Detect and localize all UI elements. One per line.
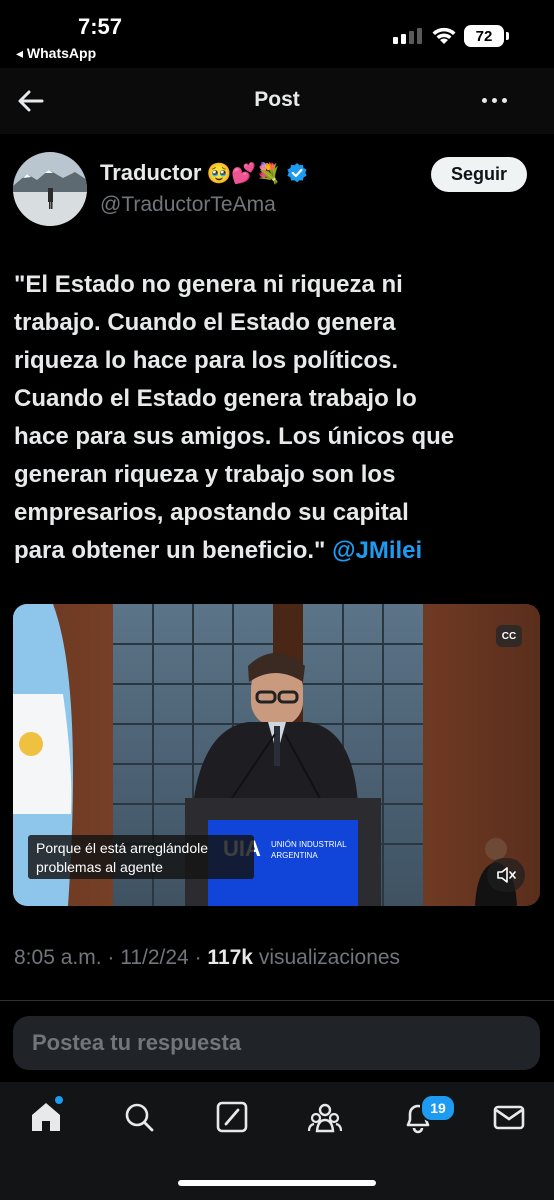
mute-button[interactable] [487, 858, 525, 892]
tweet-body: "El Estado no genera ni riqueza ni traba… [14, 271, 455, 564]
post-meta: 8:05 a.m. · 11/2/24 · 117k visualizacion… [14, 946, 400, 970]
meta-separator: · [188, 946, 208, 969]
verified-badge-icon [287, 163, 307, 183]
home-unread-dot [55, 1096, 63, 1104]
author-name[interactable]: Traductor 🥹💕💐 [100, 160, 308, 186]
more-options-icon[interactable] [482, 98, 507, 103]
cellular-signal-icon [393, 28, 422, 44]
home-indicator [178, 1180, 376, 1186]
tweet-text: "El Estado no genera ni riqueza ni traba… [14, 266, 534, 570]
notifications-badge: 19 [420, 1094, 456, 1122]
page-title: Post [254, 88, 300, 111]
home-icon[interactable] [29, 1100, 63, 1134]
author-name-text: Traductor [100, 160, 202, 185]
reply-input[interactable]: Postea tu respuesta [13, 1016, 540, 1070]
communities-icon[interactable] [308, 1100, 342, 1134]
podium-subtitle: ARGENTINA [271, 851, 318, 860]
podium-caption: UNIÓN INDUSTRIAL ARGENTINA [271, 839, 347, 861]
compose-icon[interactable] [215, 1100, 249, 1134]
messages-icon[interactable] [492, 1100, 526, 1134]
author-emojis: 🥹💕💐 [206, 162, 282, 185]
battery-tip [506, 32, 509, 40]
meta-separator: · [101, 946, 121, 969]
avatar[interactable] [13, 152, 87, 226]
search-icon[interactable] [122, 1100, 156, 1134]
author-handle[interactable]: @TraductorTeAma [100, 193, 276, 217]
wifi-icon [432, 27, 456, 44]
follow-button[interactable]: Seguir [431, 157, 527, 192]
battery-indicator: 72 [464, 25, 504, 47]
video-subtitle: Porque él está arreglándole problemas al… [28, 835, 254, 879]
divider [0, 1000, 554, 1001]
back-to-app-link[interactable]: ◂ WhatsApp [16, 45, 96, 62]
avatar-image [13, 152, 87, 226]
closed-captions-button[interactable]: CC [496, 625, 522, 647]
post-date: 11/2/24 [120, 946, 189, 969]
mention-link[interactable]: @JMilei [332, 537, 422, 564]
views-count: 117k [207, 946, 253, 969]
post-time: 8:05 a.m. [14, 946, 102, 969]
views-label: visualizaciones [252, 946, 401, 969]
podium-title: UNIÓN INDUSTRIAL [271, 840, 347, 849]
status-time: 7:57 [78, 14, 123, 39]
volume-muted-icon [497, 867, 516, 883]
video-subtitle-text: Porque él está arreglándole problemas al… [36, 840, 209, 875]
